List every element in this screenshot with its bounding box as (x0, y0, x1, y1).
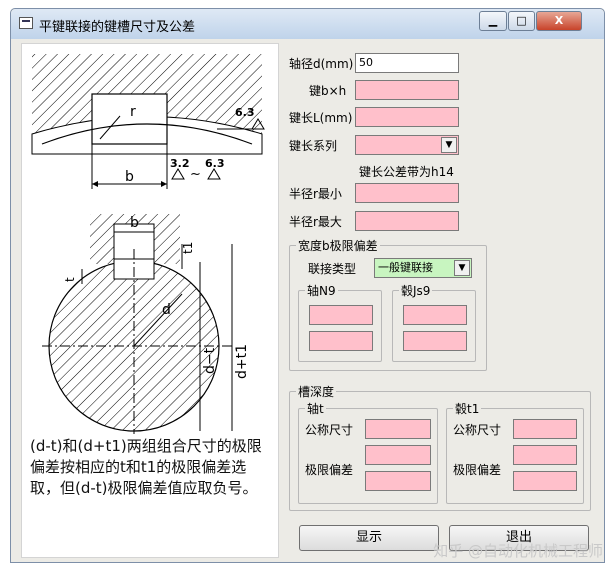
hub-section (31, 54, 265, 189)
shaft-diameter-input[interactable]: 50 (355, 53, 459, 73)
keyway-diagram: r b 6.3 3.2 ~ 6.3 b t1 t d d−t d+t1 (31, 54, 265, 434)
depth-hub-nominal-label: 公称尺寸 (453, 423, 502, 437)
chevron-down-icon: ▼ (445, 140, 453, 150)
groove-depth-group: 槽深度 轴t 公称尺寸 极限偏差 毂t1 公称尺寸 极限偏差 (289, 383, 591, 511)
title-bar: 平键联接的键槽尺寸及公差 ▁ □ X (11, 9, 604, 39)
radius-min-label: 半径r最小 (289, 187, 342, 201)
shaft-section (42, 214, 233, 434)
key-bxh-input[interactable] (355, 80, 459, 100)
depth-shaft-nominal-label: 公称尺寸 (305, 423, 354, 437)
key-length-series-dropdown-button[interactable]: ▼ (441, 137, 457, 153)
shaft-n9-upper-input[interactable] (309, 305, 373, 325)
app-window: 平键联接的键槽尺寸及公差 ▁ □ X r b 6.3 3.2 ~ 6.3 b t… (10, 8, 605, 563)
window-title: 平键联接的键槽尺寸及公差 (39, 20, 196, 35)
maximize-button[interactable]: □ (508, 11, 535, 31)
tolerance-note: (d-t)和(d+t1)两组组合尺寸的极限偏差按相应的t和t1的极限偏差选取，但… (30, 437, 262, 497)
shaft-n9-lower-input[interactable] (309, 331, 373, 351)
width-tolerance-title: 宽度b极限偏差 (296, 237, 380, 254)
label-d: d (162, 302, 171, 318)
depth-hub-lower-input[interactable] (513, 471, 577, 491)
depth-shaft-limit-label: 极限偏差 (305, 463, 354, 477)
depth-hub-group: 毂t1 公称尺寸 极限偏差 (446, 400, 584, 504)
depth-hub-upper-input[interactable] (513, 445, 577, 465)
key-bxh-label: 键b×h (309, 84, 347, 98)
minimize-button[interactable]: ▁ (479, 11, 507, 31)
depth-hub-limit-label: 极限偏差 (453, 463, 502, 477)
app-icon (19, 17, 33, 29)
roughness-tilde: ~ (190, 167, 201, 182)
width-tolerance-group: 宽度b极限偏差 联接类型 一般键联接 ▼ 轴N9 毂Js9 (289, 237, 487, 371)
radius-max-label: 半径r最大 (289, 215, 342, 229)
shaft-n9-group: 轴N9 (298, 282, 382, 362)
label-b-bottom: b (130, 215, 139, 231)
depth-shaft-lower-input[interactable] (365, 471, 431, 491)
depth-shaft-nominal-input[interactable] (365, 419, 431, 439)
depth-hub-nominal-input[interactable] (513, 419, 577, 439)
depth-shaft-upper-input[interactable] (365, 445, 431, 465)
roughness-6-3-a: 6.3 (235, 106, 255, 119)
key-length-label: 键长L(mm) (289, 111, 353, 125)
watermark: 知乎 @自动化机械工程师 (433, 542, 603, 560)
minimize-icon: ▁ (488, 14, 498, 27)
radius-min-input[interactable] (355, 183, 459, 203)
connection-type-label: 联接类型 (308, 262, 357, 276)
client-area: r b 6.3 3.2 ~ 6.3 b t1 t d d−t d+t1 (d-t… (17, 41, 600, 558)
depth-shaft-group: 轴t 公称尺寸 极限偏差 (298, 400, 438, 504)
label-b-top: b (125, 169, 134, 185)
connection-type-dropdown-button[interactable]: ▼ (454, 260, 470, 276)
close-icon: X (554, 14, 564, 27)
roughness-6-3-b: 6.3 (205, 157, 225, 170)
depth-shaft-title: 轴t (305, 400, 326, 417)
keyway-drawing: r b 6.3 3.2 ~ 6.3 b t1 t d d−t d+t1 (d-t… (21, 43, 279, 558)
label-t: t (63, 277, 77, 282)
label-d-minus-t: d−t (202, 347, 218, 374)
maximize-icon: □ (516, 14, 527, 27)
label-d-plus-t1: d+t1 (234, 344, 250, 379)
radius-max-input[interactable] (355, 211, 459, 231)
groove-depth-title: 槽深度 (296, 383, 337, 400)
close-button[interactable]: X (536, 11, 582, 31)
hub-js9-upper-input[interactable] (403, 305, 467, 325)
chevron-down-icon: ▼ (458, 263, 466, 273)
roughness-3-2: 3.2 (170, 157, 190, 170)
show-button[interactable]: 显示 (299, 525, 439, 551)
depth-hub-title: 毂t1 (453, 400, 482, 417)
key-length-series-label: 键长系列 (289, 139, 338, 153)
shaft-diameter-label: 轴径d(mm) (289, 57, 354, 71)
hub-js9-group: 毂Js9 (392, 282, 476, 362)
key-length-input[interactable] (355, 107, 459, 127)
hub-js9-lower-input[interactable] (403, 331, 467, 351)
label-t1: t1 (181, 242, 195, 254)
shaft-n9-title: 轴N9 (305, 282, 338, 299)
hub-js9-title: 毂Js9 (399, 282, 433, 299)
label-r-top: r (130, 104, 136, 120)
key-length-tolerance-note: 键长公差带为h14 (359, 165, 454, 179)
